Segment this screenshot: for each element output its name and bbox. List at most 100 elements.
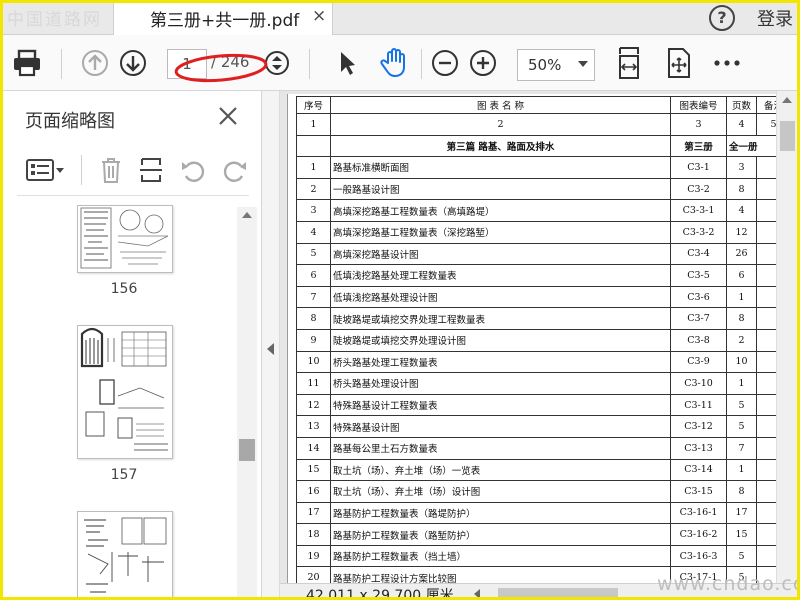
more-icon[interactable] [711, 46, 743, 80]
scroll-up-icon[interactable] [237, 208, 257, 222]
page-thumbnail-156[interactable] [77, 205, 173, 273]
thumbnail-label: 156 [110, 281, 138, 297]
cell-pages: 6 [726, 264, 757, 287]
document-tab[interactable]: 第三册+共一册.pdf × [113, 3, 333, 35]
table-row: 1 路基标准横断面图 C3-1 3 [296, 156, 791, 179]
page-thumbnail-157[interactable] [77, 325, 173, 459]
document-view[interactable]: 序号 图 表 名 称 图表编号 页数 备注 1 2 3 4 5 第三篇 路基、路… [280, 91, 797, 583]
section-title: 第三篇 路基、路面及排水 [330, 134, 671, 158]
cell-name: 低填浅挖路基处理设计图 [330, 285, 671, 309]
cell-no: 1 [296, 156, 331, 179]
print-icon[interactable] [11, 46, 43, 80]
cell-pages: 1 [726, 458, 757, 482]
cell-name: 路基防护工程数量表（挡土墙） [330, 544, 671, 568]
horizontal-scrollbar-thumb[interactable] [498, 588, 618, 597]
table-row: 9 陡坡路堤或填挖交界处理设计图 C3-8 2 [296, 328, 791, 352]
cell-pages: 7 [726, 436, 757, 460]
cell-name: 特殊路基设计图 [330, 415, 671, 438]
thumbnail-options-icon[interactable] [25, 155, 65, 185]
cell-no: 8 [296, 307, 331, 330]
panel-splitter[interactable] [262, 91, 280, 597]
cell-pages: 26 [726, 242, 757, 266]
watermark-top: 中国道路网 [7, 10, 102, 30]
hand-tool-icon[interactable] [379, 46, 411, 80]
cell-name: 陡坡路堤或填挖交界处理工程数量表 [330, 307, 671, 330]
table-row: 6 低填浅挖路基处理工程数量表 C3-5 6 [296, 264, 791, 287]
zoom-in-icon[interactable] [467, 46, 499, 80]
header-cell: 图 表 名 称 [330, 96, 671, 114]
rotate-left-icon[interactable] [179, 155, 207, 185]
table-row: 15 取土坑（场）、弃土堆（场）一览表 C3-14 1 [296, 458, 791, 482]
select-tool-icon[interactable] [331, 46, 363, 80]
panel-scrollbar[interactable] [237, 207, 257, 597]
toolbar-divider [61, 49, 62, 79]
cell-no: 19 [296, 544, 331, 568]
cell-code: C3-11 [670, 393, 727, 417]
cell-code: C3-4 [670, 242, 727, 266]
table-header-row: 序号 图 表 名 称 图表编号 页数 备注 [296, 96, 791, 114]
cell-code: C3-7 [670, 307, 727, 330]
page-thumbnail-158[interactable] [77, 511, 173, 597]
app-window: 中国道路网 第三册+共一册.pdf × ? 登录 1 / 246 50% 页面缩… [0, 0, 800, 600]
cell-code: C3-16-2 [670, 523, 727, 546]
panel-scrollbar-thumb[interactable] [239, 439, 255, 461]
close-icon[interactable] [217, 105, 239, 131]
watermark-bottom: www.cndao.com [657, 573, 797, 595]
cell-code: C3-14 [670, 458, 727, 482]
cell-name: 取土坑（场）、弃土堆（场）一览表 [330, 458, 671, 482]
cell-no: 3 [296, 199, 331, 222]
section-volume: 第三册 [670, 134, 727, 158]
zoom-out-icon[interactable] [429, 46, 461, 80]
cell-code: C3-10 [670, 372, 727, 395]
document-scrollbar[interactable] [776, 91, 797, 583]
fit-page-icon[interactable] [613, 46, 645, 80]
cell-code: C3-6 [670, 285, 727, 309]
cell-name: 一般路基设计图 [330, 177, 671, 201]
document-scrollbar-thumb[interactable] [780, 121, 795, 151]
cell-name: 特殊路基设计工程数量表 [330, 393, 671, 417]
scroll-left-icon[interactable] [474, 589, 480, 597]
cell-pages: 15 [726, 523, 757, 546]
insert-page-icon[interactable] [137, 155, 165, 185]
cell-no: 11 [296, 372, 331, 395]
zoom-select[interactable]: 50% [517, 49, 595, 81]
cell-no: 16 [296, 480, 331, 503]
title-bar: 中国道路网 第三册+共一册.pdf × ? 登录 [3, 3, 797, 35]
rotate-right-icon[interactable] [221, 155, 249, 185]
cell-no: 12 [296, 393, 331, 417]
full-screen-icon[interactable] [663, 46, 695, 80]
cell-name: 桥头路基处理工程数量表 [330, 350, 671, 374]
cell-pages: 1 [726, 285, 757, 309]
table-row: 19 路基防护工程数量表（挡土墙） C3-16-3 5 [296, 544, 791, 568]
annotation-ellipse [174, 53, 268, 83]
table-row: 8 陡坡路堤或填挖交界处理工程数量表 C3-7 8 [296, 307, 791, 330]
help-icon[interactable]: ? [709, 5, 735, 31]
cell-name: 桥头路基处理设计图 [330, 372, 671, 395]
previous-page-icon[interactable] [79, 46, 111, 80]
table-row: 17 路基防护工程数量表（路堤防护） C3-16-1 17 [296, 501, 791, 525]
cell-name: 取土坑（场）、弃土堆（场）设计图 [330, 480, 671, 503]
table-row: 13 特殊路基设计图 C3-12 5 [296, 415, 791, 438]
collapse-panel-icon[interactable] [267, 343, 274, 355]
next-page-icon[interactable] [117, 46, 149, 80]
header-cell: 页数 [726, 96, 757, 114]
cell-code: C3-1 [670, 156, 727, 179]
contents-table: 序号 图 表 名 称 图表编号 页数 备注 1 2 3 4 5 第三篇 路基、路… [296, 96, 791, 583]
table-row: 5 高填深挖路基设计图 C3-4 26 [296, 242, 791, 266]
index-cell: 1 [296, 113, 331, 136]
cell-no: 10 [296, 350, 331, 374]
scroll-up-icon[interactable] [782, 97, 792, 103]
table-row: 10 桥头路基处理工程数量表 C3-9 10 [296, 350, 791, 374]
toolbar-divider [309, 49, 310, 79]
table-row: 2 一般路基设计图 C3-2 8 [296, 177, 791, 201]
cell-no: 17 [296, 501, 331, 525]
cell-name: 路基防护工程数量表（路堑防护） [330, 523, 671, 546]
login-button[interactable]: 登录 [757, 5, 793, 31]
trash-icon[interactable] [97, 155, 125, 185]
cell-pages: 4 [726, 199, 757, 222]
table-body: 1 路基标准横断面图 C3-1 3 2 一般路基设计图 C3-2 8 3 高填深挖路基工程数量表（… [296, 156, 791, 583]
tab-close-icon[interactable]: × [312, 6, 326, 26]
chevron-down-icon [578, 61, 588, 67]
cell-pages: 10 [726, 350, 757, 374]
index-cell: 3 [670, 113, 727, 136]
